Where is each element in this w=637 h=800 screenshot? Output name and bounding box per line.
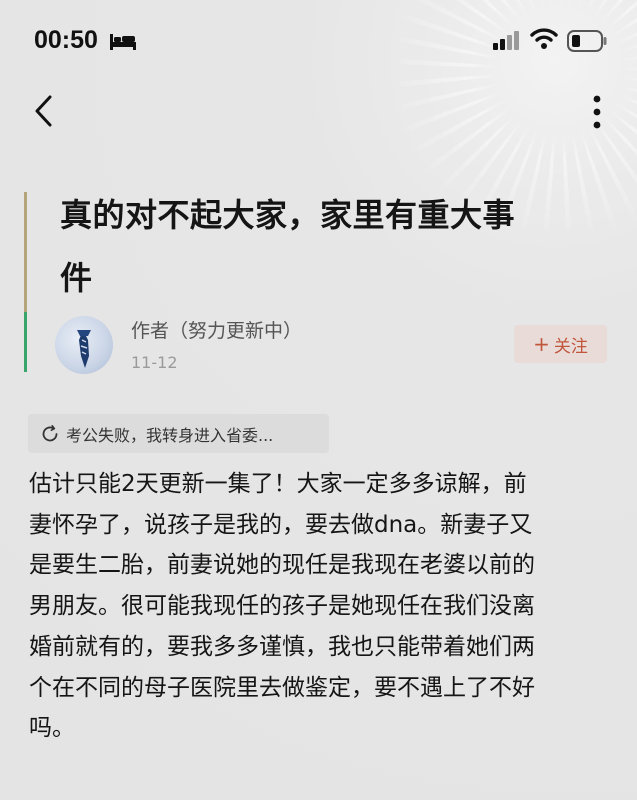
battery-icon bbox=[567, 30, 607, 56]
wifi-icon bbox=[530, 27, 558, 55]
more-options-button[interactable] bbox=[584, 94, 610, 130]
status-bar: 00:50 bbox=[0, 0, 637, 82]
title-line: 真的对不起大家，家里有重大事 bbox=[60, 196, 516, 234]
author-accent-bar bbox=[24, 312, 27, 372]
author-name[interactable]: 作者（努力更新中） bbox=[131, 316, 302, 343]
status-time: 00:50 bbox=[34, 26, 98, 54]
plus-icon: + bbox=[533, 332, 550, 356]
avatar-image bbox=[77, 330, 91, 368]
body-line: 估计只能2天更新一集了！大家一定多多谅解，前 bbox=[29, 471, 527, 497]
article-body: 估计只能2天更新一集了！大家一定多多谅解，前 妻怀孕了，说孩子是我的，要去做dn… bbox=[29, 464, 609, 749]
follow-button[interactable]: + 关注 bbox=[514, 325, 607, 363]
refresh-icon bbox=[42, 424, 58, 441]
related-chapter-link[interactable]: 考公失败，我转身进入省委... bbox=[28, 414, 329, 453]
back-button[interactable] bbox=[30, 94, 60, 128]
body-line: 个在不同的母子医院里去做鉴定，要不遇上了不好 bbox=[29, 674, 535, 701]
body-line: 吗。 bbox=[29, 715, 75, 742]
article-title: 真的对不起大家，家里有重大事 件 bbox=[60, 184, 600, 310]
body-line: 妻怀孕了，说孩子是我的，要去做dna。新妻子又 bbox=[29, 511, 533, 538]
follow-label: 关注 bbox=[553, 336, 588, 357]
article-page: 00:50 真的对不起大家，家里有重大事 件 作者（努力更新中） 11-12 +… bbox=[0, 0, 637, 800]
body-line: 是要生二胎，前妻说她的现任是我现在老婆以前的 bbox=[29, 552, 535, 579]
body-line: 婚前就有的，要我多多谨慎，我也只能带着她们两 bbox=[29, 633, 535, 660]
chevron-left-icon bbox=[35, 95, 52, 127]
related-chapter-text: 考公失败，我转身进入省委... bbox=[66, 425, 274, 445]
signal-icon bbox=[493, 30, 521, 54]
title-line: 件 bbox=[60, 259, 93, 297]
bed-icon bbox=[110, 32, 136, 54]
post-date: 11-12 bbox=[131, 353, 178, 372]
body-line: 男朋友。很可能我现任的孩子是她现任在我们没离 bbox=[29, 593, 535, 620]
title-accent-bar bbox=[24, 192, 27, 312]
more-vertical-icon bbox=[593, 95, 601, 129]
author-avatar[interactable] bbox=[55, 316, 113, 374]
